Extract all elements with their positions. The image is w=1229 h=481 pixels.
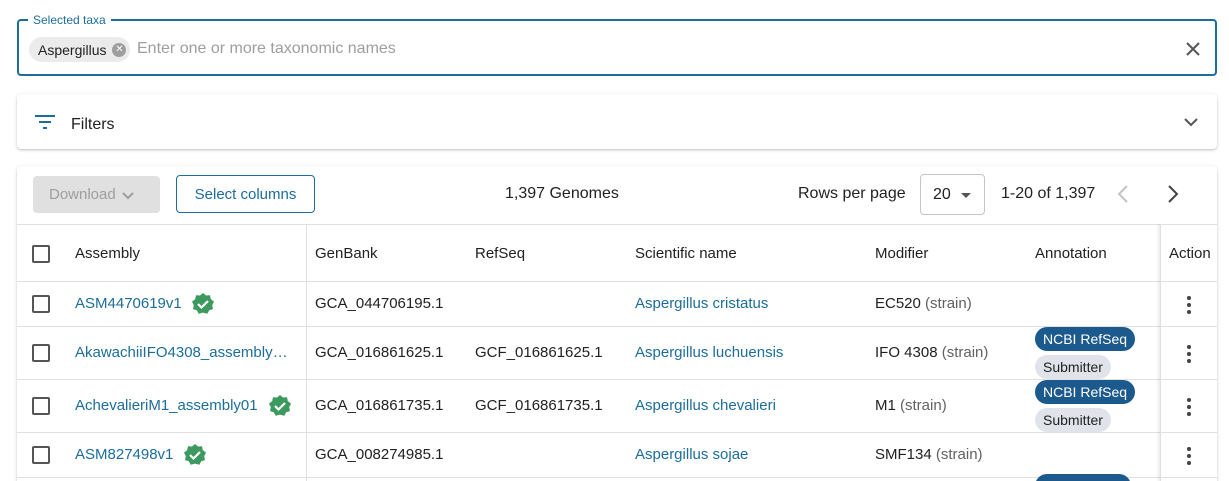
genbank-accession: GCA_016861625.1 [315,344,444,361]
row-actions-icon[interactable] [1187,296,1191,317]
modifier-cell: EC520 (strain) [875,295,972,312]
rows-per-page-value: 20 [933,185,951,203]
column-header-annotation[interactable]: Annotation [1035,245,1107,262]
verified-badge-icon [184,444,206,465]
modifier-type: (strain) [941,344,989,361]
modifier-type: (strain) [900,397,947,414]
genomes-table-card: Download Select columns 1,397 Genomes Ro… [17,166,1217,481]
genbank-accession: GCA_016861735.1 [315,397,444,414]
annotation-badge-refseq: NCBI RefSeq [1035,380,1136,404]
modifier-type: (strain) [925,295,972,312]
table-row: ASM827498v1 GCA_008274985.1 Aspergillus … [17,433,1217,481]
select-all-checkbox[interactable] [32,245,50,263]
genbank-accession: GCA_044706195.1 [315,295,444,312]
scientific-name-link[interactable]: Aspergillus chevalieri [635,397,776,414]
column-header-action: Action [1169,245,1211,262]
column-header-assembly[interactable]: Assembly [75,245,140,262]
annotation-badge-refseq [1035,474,1131,481]
rows-per-page-label: Rows per page [798,185,906,202]
assembly-link[interactable]: AchevalieriM1_assembly01 [75,397,258,414]
verified-badge-icon [192,293,214,314]
taxa-input[interactable] [137,36,1157,62]
taxa-field-legend: Selected taxa [28,12,111,28]
table-row: ASM4470619v1 GCA_044706195.1 Aspergillus… [17,282,1217,327]
sticky-action-divider [1160,224,1161,481]
modifier-value: M1 [875,397,896,414]
scientific-name-link[interactable]: Aspergillus sojae [635,446,748,463]
assembly-link[interactable]: ASM4470619v1 [75,295,182,312]
genome-count: 1,397 Genomes [505,185,619,202]
dropdown-arrow-icon [961,193,971,198]
row-checkbox[interactable] [32,295,50,313]
genbank-accession: GCA_008274985.1 [315,446,444,463]
clear-icon[interactable] [1183,39,1203,59]
select-columns-button[interactable]: Select columns [176,175,315,213]
pagination-range: 1-20 of 1,397 [1001,185,1096,202]
previous-page-icon[interactable] [1113,183,1135,205]
row-actions-icon[interactable] [1187,345,1191,366]
modifier-value: EC520 [875,295,921,312]
table-toolbar: Download Select columns 1,397 Genomes Ro… [17,166,1217,224]
action-column-shadow [1156,224,1160,481]
modifier-value: SMF134 [875,446,932,463]
chevron-down-icon[interactable] [1183,114,1199,130]
row-checkbox[interactable] [32,397,50,415]
rows-per-page-select[interactable]: 20 [920,174,985,215]
assembly-link[interactable]: ASM827498v1 [75,446,173,463]
table-header: Assembly GenBank RefSeq Scientific name … [17,224,1217,282]
download-button-label: Download [49,186,116,203]
annotation-badge-refseq: NCBI RefSeq [1035,327,1136,351]
chip-remove-icon[interactable]: ✕ [112,42,127,57]
chevron-down-icon [122,191,134,199]
refseq-accession: GCF_016861735.1 [475,397,603,414]
sticky-column-divider [306,224,307,481]
modifier-value: IFO 4308 [875,344,938,361]
modifier-cell: IFO 4308 (strain) [875,344,988,361]
row-actions-icon[interactable] [1187,447,1191,468]
verified-badge-icon [269,395,291,416]
column-header-refseq[interactable]: RefSeq [475,245,525,262]
table-row: AchevalieriM1_assembly01 GCA_016861735.1… [17,380,1217,433]
scientific-name-link[interactable]: Aspergillus cristatus [635,295,768,312]
taxa-search-field[interactable]: Selected taxa Aspergillus ✕ [17,12,1217,76]
column-header-genbank[interactable]: GenBank [315,245,378,262]
table-row: AkawachiiIFO4308_assembly0... GCA_016861… [17,327,1217,380]
filter-icon [35,115,55,129]
row-actions-icon[interactable] [1187,398,1191,419]
annotation-badge-submitter: Submitter [1035,355,1111,379]
modifier-cell: SMF134 (strain) [875,446,983,463]
scientific-name-link[interactable]: Aspergillus luchuensis [635,344,783,361]
column-header-modifier[interactable]: Modifier [875,245,928,262]
taxon-chip-label: Aspergillus [38,41,107,58]
column-header-scientific-name[interactable]: Scientific name [635,245,737,262]
row-checkbox[interactable] [32,344,50,362]
modifier-type: (strain) [935,446,983,463]
filters-accordion[interactable]: Filters [17,94,1217,149]
row-checkbox[interactable] [32,446,50,464]
next-page-icon[interactable] [1161,183,1183,205]
refseq-accession: GCF_016861625.1 [475,344,603,361]
annotation-badge-submitter: Submitter [1035,408,1111,432]
filters-label: Filters [71,116,115,133]
assembly-link[interactable]: AkawachiiIFO4308_assembly0... [75,344,293,361]
taxon-chip[interactable]: Aspergillus ✕ [29,37,131,62]
download-button[interactable]: Download [33,176,160,213]
modifier-cell: M1 (strain) [875,397,947,414]
